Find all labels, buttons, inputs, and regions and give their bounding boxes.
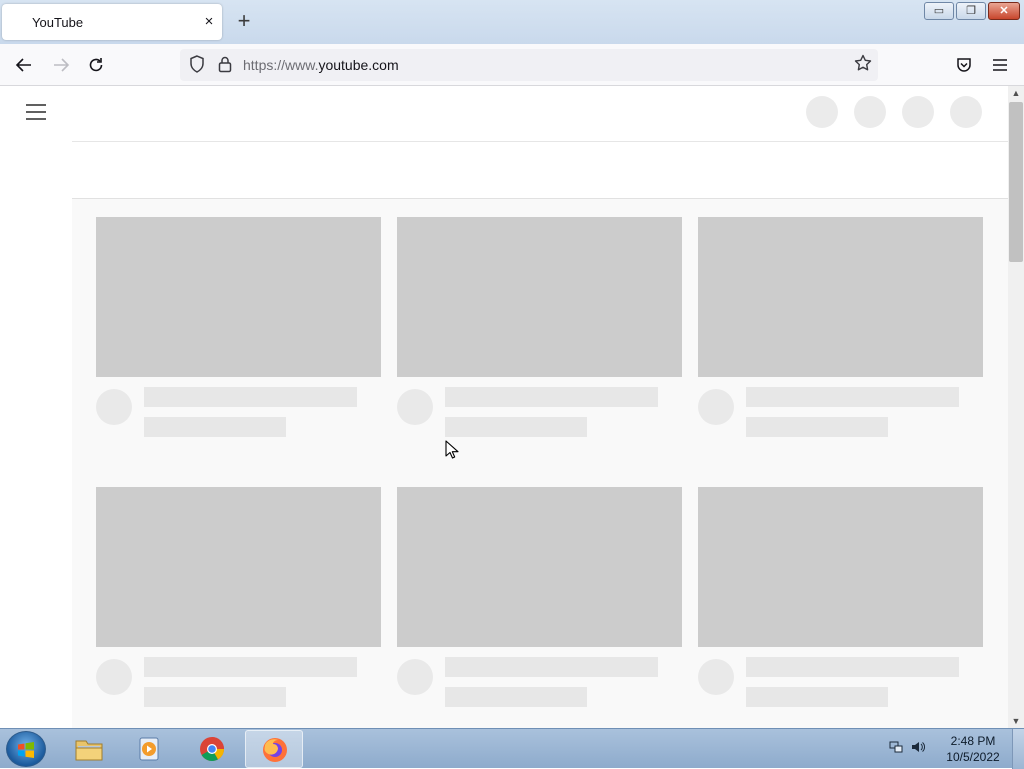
meta-placeholder bbox=[144, 687, 286, 707]
header-placeholder-circle bbox=[854, 96, 886, 128]
new-tab-button[interactable]: + bbox=[232, 10, 256, 34]
title-placeholder bbox=[746, 657, 959, 677]
url-text[interactable]: https://www.youtube.com bbox=[243, 57, 399, 73]
video-card-placeholder bbox=[397, 217, 682, 437]
tab-youtube[interactable]: YouTube × bbox=[2, 4, 222, 40]
header-divider bbox=[72, 141, 1008, 142]
video-card-placeholder bbox=[698, 487, 983, 707]
page-scrollbar[interactable]: ▲ ▼ bbox=[1008, 86, 1024, 728]
bookmark-star-icon[interactable] bbox=[852, 54, 874, 76]
hamburger-menu-icon bbox=[993, 59, 1007, 71]
meta-placeholder bbox=[445, 687, 587, 707]
title-placeholder bbox=[144, 387, 357, 407]
close-window-button[interactable]: ✕ bbox=[988, 2, 1020, 20]
clock-time: 2:48 PM bbox=[950, 734, 996, 748]
video-grid bbox=[96, 217, 983, 707]
window-controls: ▭ ❐ ✕ bbox=[924, 2, 1020, 22]
forward-button[interactable] bbox=[48, 52, 74, 78]
lock-icon[interactable] bbox=[215, 55, 235, 75]
thumbnail-placeholder bbox=[96, 487, 381, 647]
video-card-placeholder bbox=[698, 217, 983, 437]
pocket-button[interactable] bbox=[951, 52, 977, 78]
guide-menu-icon[interactable] bbox=[26, 104, 46, 120]
video-card-placeholder bbox=[96, 487, 381, 707]
channel-avatar-placeholder bbox=[397, 389, 433, 425]
mouse-cursor-icon bbox=[445, 440, 459, 459]
video-feed bbox=[72, 199, 1008, 728]
title-placeholder bbox=[445, 657, 658, 677]
taskbar-firefox[interactable] bbox=[245, 730, 303, 768]
windows-taskbar: 2:48 PM 10/5/2022 bbox=[0, 728, 1024, 769]
back-button[interactable] bbox=[11, 52, 37, 78]
video-card-placeholder bbox=[397, 487, 682, 707]
forward-arrow-icon bbox=[54, 58, 70, 72]
channel-avatar-placeholder bbox=[698, 389, 734, 425]
url-prefix: https://www. bbox=[243, 57, 319, 73]
meta-placeholder bbox=[746, 417, 888, 437]
media-player-icon bbox=[139, 737, 159, 761]
meta-placeholder bbox=[746, 687, 888, 707]
taskbar-media-player[interactable] bbox=[121, 730, 179, 768]
scrollbar-thumb[interactable] bbox=[1009, 102, 1023, 262]
meta-placeholder bbox=[445, 417, 587, 437]
browser-titlebar: YouTube × + ▭ ❐ ✕ bbox=[0, 0, 1024, 44]
reload-icon bbox=[89, 58, 103, 72]
channel-avatar-placeholder bbox=[96, 659, 132, 695]
meta-placeholder bbox=[144, 417, 286, 437]
header-placeholder-circle bbox=[950, 96, 982, 128]
restore-button[interactable]: ❐ bbox=[956, 2, 986, 20]
folder-icon bbox=[75, 740, 103, 761]
title-placeholder bbox=[746, 387, 959, 407]
volume-icon[interactable] bbox=[910, 739, 926, 758]
thumbnail-placeholder bbox=[397, 217, 682, 377]
back-arrow-icon bbox=[15, 58, 31, 72]
channel-avatar-placeholder bbox=[698, 659, 734, 695]
title-placeholder bbox=[445, 387, 658, 407]
reload-button[interactable] bbox=[83, 52, 109, 78]
navigation-toolbar: https://www.youtube.com bbox=[0, 44, 1024, 86]
taskbar-clock[interactable]: 2:48 PM 10/5/2022 bbox=[938, 733, 1008, 765]
network-icon[interactable] bbox=[888, 739, 904, 758]
show-desktop-button[interactable] bbox=[1012, 729, 1024, 769]
taskbar-file-explorer[interactable] bbox=[60, 730, 118, 768]
start-button[interactable] bbox=[6, 731, 46, 767]
channel-avatar-placeholder bbox=[96, 389, 132, 425]
tab-title: YouTube bbox=[32, 15, 84, 30]
video-card-placeholder bbox=[96, 217, 381, 437]
system-tray bbox=[888, 739, 926, 758]
scroll-up-arrow-icon[interactable]: ▲ bbox=[1008, 86, 1024, 100]
app-menu-button[interactable] bbox=[987, 52, 1013, 78]
title-placeholder bbox=[144, 657, 357, 677]
firefox-icon bbox=[263, 738, 287, 762]
thumbnail-placeholder bbox=[96, 217, 381, 377]
thumbnail-placeholder bbox=[698, 487, 983, 647]
youtube-page bbox=[0, 86, 1008, 728]
chrome-icon bbox=[200, 737, 224, 762]
url-domain: youtube.com bbox=[318, 57, 399, 73]
pocket-icon bbox=[957, 58, 971, 72]
clock-date: 10/5/2022 bbox=[946, 750, 1000, 764]
thumbnail-placeholder bbox=[397, 487, 682, 647]
header-placeholder-circle bbox=[806, 96, 838, 128]
channel-avatar-placeholder bbox=[397, 659, 433, 695]
header-placeholder-buttons bbox=[806, 96, 982, 128]
scroll-down-arrow-icon[interactable]: ▼ bbox=[1008, 714, 1024, 728]
address-bar[interactable]: https://www.youtube.com bbox=[180, 49, 878, 81]
tracking-protection-shield-icon[interactable] bbox=[187, 55, 207, 75]
thumbnail-placeholder bbox=[698, 217, 983, 377]
tab-close-icon[interactable]: × bbox=[199, 12, 219, 32]
windows-logo-icon bbox=[18, 742, 34, 758]
taskbar-chrome[interactable] bbox=[183, 730, 241, 768]
minimize-button[interactable]: ▭ bbox=[924, 2, 954, 20]
header-placeholder-circle bbox=[902, 96, 934, 128]
